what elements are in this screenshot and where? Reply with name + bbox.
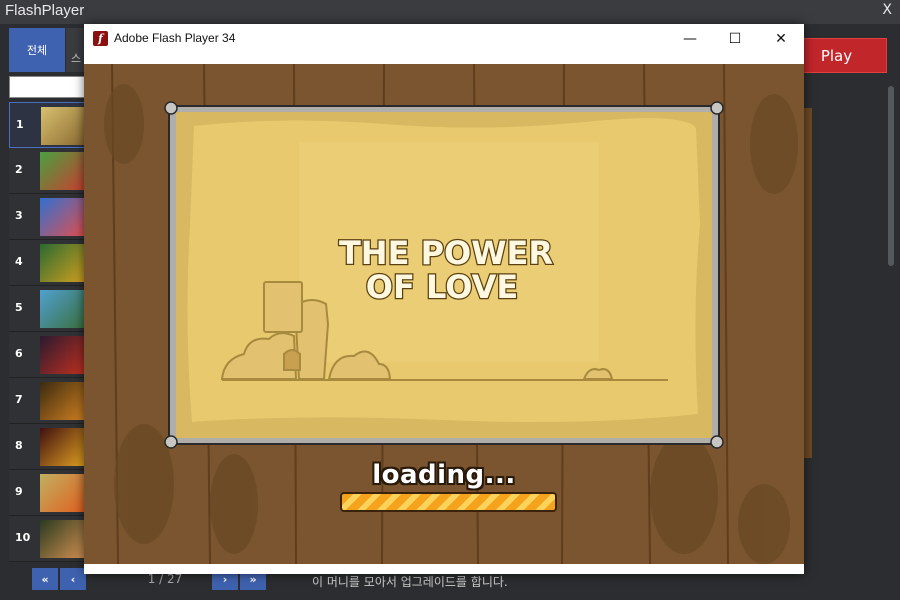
- flash-title-bar[interactable]: f Adobe Flash Player 34 — ☐ ✕: [84, 24, 804, 54]
- game-list: 1 2 3 4 5 6 7 8 9 10: [9, 102, 87, 562]
- game-list-item[interactable]: 1: [9, 102, 87, 148]
- game-thumbnail: [40, 336, 84, 374]
- game-number: 6: [15, 347, 23, 360]
- game-list-item[interactable]: 5: [9, 286, 87, 332]
- minimize-icon[interactable]: —: [676, 28, 704, 50]
- game-thumbnail: [40, 520, 84, 558]
- game-thumbnail: [40, 198, 84, 236]
- game-number: 5: [15, 301, 23, 314]
- app-close-icon[interactable]: X: [882, 2, 892, 18]
- flash-window-title: Adobe Flash Player 34: [114, 31, 236, 45]
- game-thumbnail: [40, 428, 84, 466]
- game-title-line2: OF LOVE: [366, 268, 518, 306]
- scrollbar[interactable]: [888, 86, 894, 266]
- game-list-item[interactable]: 2: [9, 148, 87, 194]
- status-text: 이 머니를 모아서 업그레이드를 합니다.: [312, 575, 508, 589]
- game-list-item[interactable]: 9: [9, 470, 87, 516]
- game-thumbnail: [40, 244, 84, 282]
- game-number: 2: [15, 163, 23, 176]
- first-page-button[interactable]: «: [32, 568, 58, 590]
- prev-page-button[interactable]: ‹: [60, 568, 86, 590]
- game-thumbnail: [41, 107, 85, 145]
- game-thumbnail: [40, 152, 84, 190]
- page-indicator: 1 / 27: [147, 572, 183, 586]
- search-input[interactable]: [9, 76, 87, 98]
- app-title-bar: FlashPlayer X: [0, 0, 900, 24]
- game-number: 8: [15, 439, 23, 452]
- loading-label: loading...: [372, 460, 516, 490]
- game-number: 3: [15, 209, 23, 222]
- game-list-item[interactable]: 6: [9, 332, 87, 378]
- maximize-icon[interactable]: ☐: [721, 28, 749, 50]
- game-thumbnail: [40, 290, 84, 328]
- game-list-item[interactable]: 7: [9, 378, 87, 424]
- app-title: FlashPlayer: [5, 2, 85, 19]
- game-thumbnail: [40, 474, 84, 512]
- preview-panel-edge: [804, 108, 812, 458]
- game-number: 9: [15, 485, 23, 498]
- flash-player-window: f Adobe Flash Player 34 — ☐ ✕ THE POWER …: [84, 24, 804, 574]
- game-number: 10: [15, 531, 31, 544]
- game-list-item[interactable]: 10: [9, 516, 87, 562]
- game-list-item[interactable]: 4: [9, 240, 87, 286]
- game-title-line1: THE POWER: [339, 234, 553, 272]
- tab-second[interactable]: 스: [66, 28, 86, 72]
- game-number: 4: [15, 255, 23, 268]
- game-list-item[interactable]: 3: [9, 194, 87, 240]
- game-thumbnail: [40, 382, 84, 420]
- game-number: 7: [15, 393, 23, 406]
- close-icon[interactable]: ✕: [767, 28, 795, 50]
- flash-logo-icon: f: [93, 31, 108, 46]
- game-number: 1: [16, 118, 24, 131]
- loading-progress-bar: [340, 492, 557, 512]
- game-list-item[interactable]: 8: [9, 424, 87, 470]
- tab-all[interactable]: 전체: [9, 28, 65, 72]
- game-stage[interactable]: THE POWER OF LOVE loading...: [84, 64, 804, 564]
- window-bottom-strip: [84, 564, 804, 574]
